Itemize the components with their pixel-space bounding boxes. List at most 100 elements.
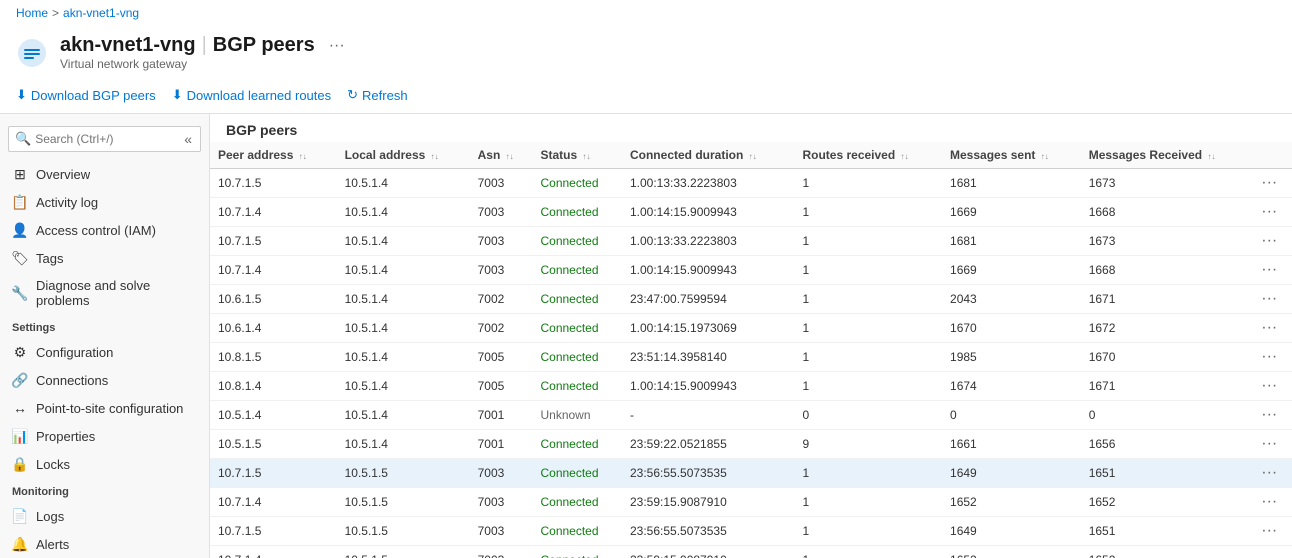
sort-status[interactable]: ↑↓ <box>583 153 591 161</box>
sort-asn[interactable]: ↑↓ <box>506 153 514 161</box>
cell-messages-received: 1672 <box>1081 314 1254 343</box>
cell-row-menu[interactable]: ··· <box>1253 314 1292 343</box>
cell-messages-sent: 1652 <box>942 488 1081 517</box>
sort-messages-sent[interactable]: ↑↓ <box>1041 153 1049 161</box>
cell-peer-address: 10.5.1.4 <box>210 401 337 430</box>
cell-local-address: 10.5.1.5 <box>337 546 470 558</box>
cell-routes-received: 0 <box>794 401 942 430</box>
cell-asn: 7005 <box>470 343 533 372</box>
cell-status: Connected <box>532 546 622 558</box>
cell-routes-received: 1 <box>794 517 942 546</box>
cell-status: Connected <box>532 314 622 343</box>
cell-messages-received: 1671 <box>1081 372 1254 401</box>
nav-item-activity-log[interactable]: 📋 Activity log <box>0 188 209 216</box>
cell-peer-address: 10.5.1.5 <box>210 430 337 459</box>
sort-local-address[interactable]: ↑↓ <box>431 153 439 161</box>
table-row: 10.7.1.4 10.5.1.5 7003 Connected 23:59:1… <box>210 546 1292 558</box>
cell-row-menu[interactable]: ··· <box>1253 488 1292 517</box>
properties-icon: 📊 <box>12 428 28 444</box>
cell-connected-duration: 1.00:14:15.1973069 <box>622 314 794 343</box>
nav-item-point-to-site[interactable]: ↔ Point-to-site configuration <box>0 394 209 422</box>
refresh-button[interactable]: ↻ Refresh <box>347 83 407 107</box>
col-header-asn[interactable]: Asn ↑↓ <box>470 142 533 169</box>
nav-item-overview[interactable]: ⊞ Overview <box>0 160 209 188</box>
col-header-status[interactable]: Status ↑↓ <box>532 142 622 169</box>
nav-item-diagnose[interactable]: 🔧 Diagnose and solve problems <box>0 272 209 314</box>
col-header-connected-duration[interactable]: Connected duration ↑↓ <box>622 142 794 169</box>
cell-routes-received: 1 <box>794 314 942 343</box>
cell-row-menu[interactable]: ··· <box>1253 459 1292 488</box>
cell-messages-sent: 1670 <box>942 314 1081 343</box>
sort-routes-received[interactable]: ↑↓ <box>901 153 909 161</box>
col-header-messages-sent[interactable]: Messages sent ↑↓ <box>942 142 1081 169</box>
nav-item-logs[interactable]: 📄 Logs <box>0 502 209 530</box>
col-header-messages-received[interactable]: Messages Received ↑↓ <box>1081 142 1254 169</box>
nav-item-access-control[interactable]: 👤 Access control (IAM) <box>0 216 209 244</box>
settings-section-label: Settings <box>0 314 209 338</box>
cell-status: Connected <box>532 517 622 546</box>
table-row: 10.7.1.4 10.5.1.5 7003 Connected 23:59:1… <box>210 488 1292 517</box>
header-dots[interactable]: ··· <box>329 37 345 55</box>
cell-row-menu[interactable]: ··· <box>1253 169 1292 198</box>
cell-row-menu[interactable]: ··· <box>1253 227 1292 256</box>
cell-messages-sent: 2043 <box>942 285 1081 314</box>
download-learned-routes-button[interactable]: ⬇ Download learned routes <box>172 83 331 107</box>
download-routes-icon: ⬇ <box>172 87 183 103</box>
cell-status: Connected <box>532 430 622 459</box>
nav-item-connections[interactable]: 🔗 Connections <box>0 366 209 394</box>
nav-item-properties[interactable]: 📊 Properties <box>0 422 209 450</box>
cell-peer-address: 10.8.1.5 <box>210 343 337 372</box>
download-bgp-peers-button[interactable]: ⬇ Download BGP peers <box>16 83 156 107</box>
cell-row-menu[interactable]: ··· <box>1253 285 1292 314</box>
cell-connected-duration: 1.00:14:15.9009943 <box>622 372 794 401</box>
cell-messages-received: 1651 <box>1081 459 1254 488</box>
search-input[interactable] <box>35 132 182 146</box>
cell-messages-received: 1652 <box>1081 488 1254 517</box>
col-header-routes-received[interactable]: Routes received ↑↓ <box>794 142 942 169</box>
cell-row-menu[interactable]: ··· <box>1253 256 1292 285</box>
cell-local-address: 10.5.1.4 <box>337 372 470 401</box>
breadcrumb-home[interactable]: Home <box>16 6 48 20</box>
cell-messages-received: 1668 <box>1081 256 1254 285</box>
cell-row-menu[interactable]: ··· <box>1253 198 1292 227</box>
cell-messages-received: 1668 <box>1081 198 1254 227</box>
cell-status: Connected <box>532 488 622 517</box>
overview-icon: ⊞ <box>12 166 28 182</box>
header-subtitle: Virtual network gateway <box>60 57 345 71</box>
cell-routes-received: 1 <box>794 256 942 285</box>
sort-messages-received[interactable]: ↑↓ <box>1207 153 1215 161</box>
page-header: akn-vnet1-vng | BGP peers ··· Virtual ne… <box>0 26 1292 77</box>
table-row: 10.7.1.5 10.5.1.5 7003 Connected 23:56:5… <box>210 459 1292 488</box>
nav-item-alerts[interactable]: 🔔 Alerts <box>0 530 209 558</box>
cell-connected-duration: 23:59:22.0521855 <box>622 430 794 459</box>
cell-messages-sent: 1669 <box>942 256 1081 285</box>
cell-row-menu[interactable]: ··· <box>1253 401 1292 430</box>
table-row: 10.5.1.5 10.5.1.4 7001 Connected 23:59:2… <box>210 430 1292 459</box>
cell-row-menu[interactable]: ··· <box>1253 430 1292 459</box>
sort-peer-address[interactable]: ↑↓ <box>299 153 307 161</box>
table-row: 10.6.1.4 10.5.1.4 7002 Connected 1.00:14… <box>210 314 1292 343</box>
cell-row-menu[interactable]: ··· <box>1253 517 1292 546</box>
nav-item-tags[interactable]: 🏷 Tags <box>0 244 209 272</box>
nav-item-configuration[interactable]: ⚙ Configuration <box>0 338 209 366</box>
cell-peer-address: 10.7.1.4 <box>210 256 337 285</box>
table-row: 10.7.1.5 10.5.1.5 7003 Connected 23:56:5… <box>210 517 1292 546</box>
connections-icon: 🔗 <box>12 372 28 388</box>
cell-row-menu[interactable]: ··· <box>1253 546 1292 558</box>
col-header-peer-address[interactable]: Peer address ↑↓ <box>210 142 337 169</box>
cell-peer-address: 10.8.1.4 <box>210 372 337 401</box>
sort-connected-duration[interactable]: ↑↓ <box>749 153 757 161</box>
cell-row-menu[interactable]: ··· <box>1253 372 1292 401</box>
collapse-icon[interactable]: « <box>182 131 194 147</box>
col-header-local-address[interactable]: Local address ↑↓ <box>337 142 470 169</box>
nav-item-locks[interactable]: 🔒 Locks <box>0 450 209 478</box>
cell-messages-received: 1652 <box>1081 546 1254 558</box>
breadcrumb-current[interactable]: akn-vnet1-vng <box>63 6 139 20</box>
content-title: BGP peers <box>210 114 1292 142</box>
cell-local-address: 10.5.1.4 <box>337 401 470 430</box>
cell-asn: 7003 <box>470 256 533 285</box>
cell-connected-duration: - <box>622 401 794 430</box>
cell-row-menu[interactable]: ··· <box>1253 343 1292 372</box>
cell-messages-sent: 1681 <box>942 227 1081 256</box>
cell-routes-received: 1 <box>794 198 942 227</box>
